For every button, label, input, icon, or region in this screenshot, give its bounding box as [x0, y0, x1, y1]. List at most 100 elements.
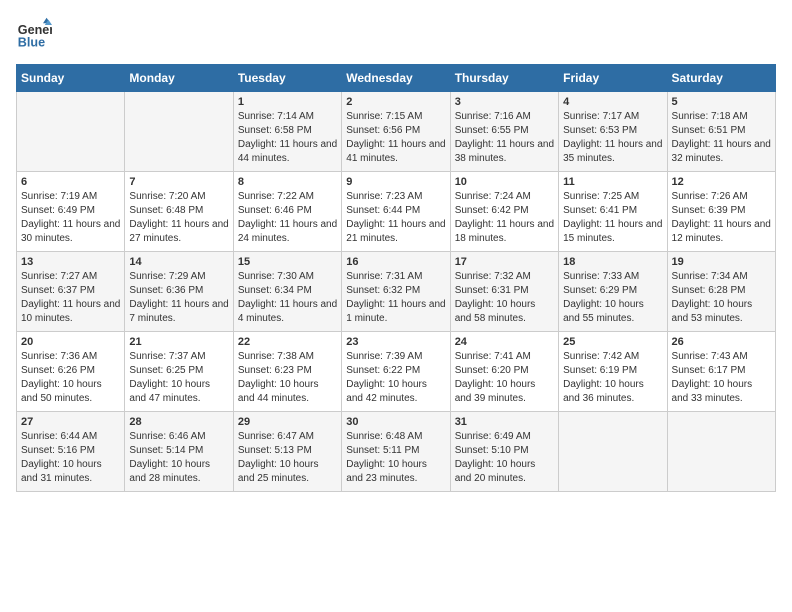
- calendar-week-row: 1 Sunrise: 7:14 AM Sunset: 6:58 PM Daylig…: [17, 92, 776, 172]
- day-number: 10: [455, 176, 554, 188]
- calendar-cell: 2 Sunrise: 7:15 AM Sunset: 6:56 PM Daylig…: [342, 92, 450, 172]
- calendar-cell: 4Sunrise: 7:17 AM Sunset: 6:53 PM Daylig…: [559, 92, 667, 172]
- day-header-thursday: Thursday: [450, 65, 558, 92]
- calendar-cell: 12 Sunrise: 7:26 AM Sunset: 6:39 PM Dayli…: [667, 172, 775, 252]
- calendar-cell: 11Sunrise: 7:25 AM Sunset: 6:41 PM Dayli…: [559, 172, 667, 252]
- day-info: Sunrise: 7:27 AM Sunset: 6:37 PM Dayligh…: [21, 270, 120, 326]
- day-info: Sunrise: 7:15 AM Sunset: 6:56 PM Dayligh…: [346, 110, 445, 166]
- day-number: 20: [21, 336, 120, 348]
- day-number: 21: [129, 336, 228, 348]
- calendar-cell: 26Sunrise: 7:43 AM Sunset: 6:17 PM Dayli…: [667, 332, 775, 412]
- calendar-cell: 20 Sunrise: 7:36 AM Sunset: 6:26 PM Dayli…: [17, 332, 125, 412]
- calendar-cell: [125, 92, 233, 172]
- calendar-cell: 21 Sunrise: 7:37 AM Sunset: 6:25 PM Dayli…: [125, 332, 233, 412]
- calendar-table: SundayMondayTuesdayWednesdayThursdayFrid…: [16, 64, 776, 492]
- day-number: 14: [129, 256, 228, 268]
- calendar-cell: 27Sunrise: 6:44 AM Sunset: 5:16 PM Dayli…: [17, 412, 125, 492]
- day-info: Sunrise: 7:24 AM Sunset: 6:42 PM Dayligh…: [455, 190, 554, 246]
- day-info: Sunrise: 7:33 AM Sunset: 6:29 PM Dayligh…: [563, 270, 662, 326]
- day-info: Sunrise: 7:18 AM Sunset: 6:51 PM Dayligh…: [672, 110, 771, 166]
- calendar-cell: 28 Sunrise: 6:46 AM Sunset: 5:14 PM Dayli…: [125, 412, 233, 492]
- calendar-cell: 23Sunrise: 7:39 AM Sunset: 6:22 PM Dayli…: [342, 332, 450, 412]
- day-info: Sunrise: 7:37 AM Sunset: 6:25 PM Dayligh…: [129, 350, 228, 406]
- day-number: 8: [238, 176, 337, 188]
- day-info: Sunrise: 7:29 AM Sunset: 6:36 PM Dayligh…: [129, 270, 228, 326]
- day-info: Sunrise: 7:22 AM Sunset: 6:46 PM Dayligh…: [238, 190, 337, 246]
- day-number: 6: [21, 176, 120, 188]
- day-header-friday: Friday: [559, 65, 667, 92]
- calendar-cell: 30 Sunrise: 6:48 AM Sunset: 5:11 PM Dayli…: [342, 412, 450, 492]
- calendar-cell: [559, 412, 667, 492]
- calendar-cell: 5 Sunrise: 7:18 AM Sunset: 6:51 PM Daylig…: [667, 92, 775, 172]
- day-info: Sunrise: 7:31 AM Sunset: 6:32 PM Dayligh…: [346, 270, 445, 326]
- day-number: 13: [21, 256, 120, 268]
- day-header-wednesday: Wednesday: [342, 65, 450, 92]
- calendar-cell: 18 Sunrise: 7:33 AM Sunset: 6:29 PM Dayli…: [559, 252, 667, 332]
- calendar-week-row: 27Sunrise: 6:44 AM Sunset: 5:16 PM Dayli…: [17, 412, 776, 492]
- day-info: Sunrise: 7:20 AM Sunset: 6:48 PM Dayligh…: [129, 190, 228, 246]
- day-info: Sunrise: 6:44 AM Sunset: 5:16 PM Dayligh…: [21, 430, 120, 486]
- day-number: 18: [563, 256, 662, 268]
- day-info: Sunrise: 7:42 AM Sunset: 6:19 PM Dayligh…: [563, 350, 662, 406]
- day-number: 5: [672, 96, 771, 108]
- day-info: Sunrise: 6:46 AM Sunset: 5:14 PM Dayligh…: [129, 430, 228, 486]
- calendar-cell: 9 Sunrise: 7:23 AM Sunset: 6:44 PM Daylig…: [342, 172, 450, 252]
- logo: General Blue: [16, 16, 54, 52]
- logo-icon: General Blue: [16, 16, 52, 52]
- day-info: Sunrise: 7:26 AM Sunset: 6:39 PM Dayligh…: [672, 190, 771, 246]
- calendar-cell: 31 Sunrise: 6:49 AM Sunset: 5:10 PM Dayli…: [450, 412, 558, 492]
- day-number: 15: [238, 256, 337, 268]
- day-number: 23: [346, 336, 445, 348]
- day-info: Sunrise: 7:43 AM Sunset: 6:17 PM Dayligh…: [672, 350, 771, 406]
- day-number: 4: [563, 96, 662, 108]
- day-header-sunday: Sunday: [17, 65, 125, 92]
- calendar-header-row: SundayMondayTuesdayWednesdayThursdayFrid…: [17, 65, 776, 92]
- day-number: 31: [455, 416, 554, 428]
- calendar-cell: 6 Sunrise: 7:19 AM Sunset: 6:49 PM Daylig…: [17, 172, 125, 252]
- calendar-week-row: 13 Sunrise: 7:27 AM Sunset: 6:37 PM Dayli…: [17, 252, 776, 332]
- day-info: Sunrise: 6:48 AM Sunset: 5:11 PM Dayligh…: [346, 430, 445, 486]
- calendar-cell: 7 Sunrise: 7:20 AM Sunset: 6:48 PM Daylig…: [125, 172, 233, 252]
- day-info: Sunrise: 7:14 AM Sunset: 6:58 PM Dayligh…: [238, 110, 337, 166]
- calendar-cell: 10 Sunrise: 7:24 AM Sunset: 6:42 PM Dayli…: [450, 172, 558, 252]
- day-info: Sunrise: 7:41 AM Sunset: 6:20 PM Dayligh…: [455, 350, 554, 406]
- day-info: Sunrise: 7:23 AM Sunset: 6:44 PM Dayligh…: [346, 190, 445, 246]
- day-number: 3: [455, 96, 554, 108]
- day-header-tuesday: Tuesday: [233, 65, 341, 92]
- day-number: 16: [346, 256, 445, 268]
- day-info: Sunrise: 7:36 AM Sunset: 6:26 PM Dayligh…: [21, 350, 120, 406]
- calendar-body: 1 Sunrise: 7:14 AM Sunset: 6:58 PM Daylig…: [17, 92, 776, 492]
- day-info: Sunrise: 7:30 AM Sunset: 6:34 PM Dayligh…: [238, 270, 337, 326]
- day-info: Sunrise: 6:47 AM Sunset: 5:13 PM Dayligh…: [238, 430, 337, 486]
- calendar-cell: 29 Sunrise: 6:47 AM Sunset: 5:13 PM Dayli…: [233, 412, 341, 492]
- calendar-cell: [17, 92, 125, 172]
- svg-text:Blue: Blue: [18, 36, 45, 50]
- day-number: 17: [455, 256, 554, 268]
- day-number: 28: [129, 416, 228, 428]
- day-number: 2: [346, 96, 445, 108]
- calendar-cell: 1 Sunrise: 7:14 AM Sunset: 6:58 PM Daylig…: [233, 92, 341, 172]
- calendar-cell: 14 Sunrise: 7:29 AM Sunset: 6:36 PM Dayli…: [125, 252, 233, 332]
- day-number: 24: [455, 336, 554, 348]
- day-number: 9: [346, 176, 445, 188]
- calendar-cell: 15 Sunrise: 7:30 AM Sunset: 6:34 PM Dayli…: [233, 252, 341, 332]
- day-number: 22: [238, 336, 337, 348]
- calendar-week-row: 6 Sunrise: 7:19 AM Sunset: 6:49 PM Daylig…: [17, 172, 776, 252]
- day-info: Sunrise: 7:19 AM Sunset: 6:49 PM Dayligh…: [21, 190, 120, 246]
- day-number: 1: [238, 96, 337, 108]
- day-info: Sunrise: 6:49 AM Sunset: 5:10 PM Dayligh…: [455, 430, 554, 486]
- day-number: 19: [672, 256, 771, 268]
- day-number: 29: [238, 416, 337, 428]
- day-number: 7: [129, 176, 228, 188]
- day-number: 30: [346, 416, 445, 428]
- day-number: 12: [672, 176, 771, 188]
- day-number: 25: [563, 336, 662, 348]
- calendar-cell: 24 Sunrise: 7:41 AM Sunset: 6:20 PM Dayli…: [450, 332, 558, 412]
- day-header-saturday: Saturday: [667, 65, 775, 92]
- day-header-monday: Monday: [125, 65, 233, 92]
- day-info: Sunrise: 7:38 AM Sunset: 6:23 PM Dayligh…: [238, 350, 337, 406]
- calendar-cell: 17 Sunrise: 7:32 AM Sunset: 6:31 PM Dayli…: [450, 252, 558, 332]
- calendar-cell: 8 Sunrise: 7:22 AM Sunset: 6:46 PM Daylig…: [233, 172, 341, 252]
- day-info: Sunrise: 7:16 AM Sunset: 6:55 PM Dayligh…: [455, 110, 554, 166]
- day-info: Sunrise: 7:32 AM Sunset: 6:31 PM Dayligh…: [455, 270, 554, 326]
